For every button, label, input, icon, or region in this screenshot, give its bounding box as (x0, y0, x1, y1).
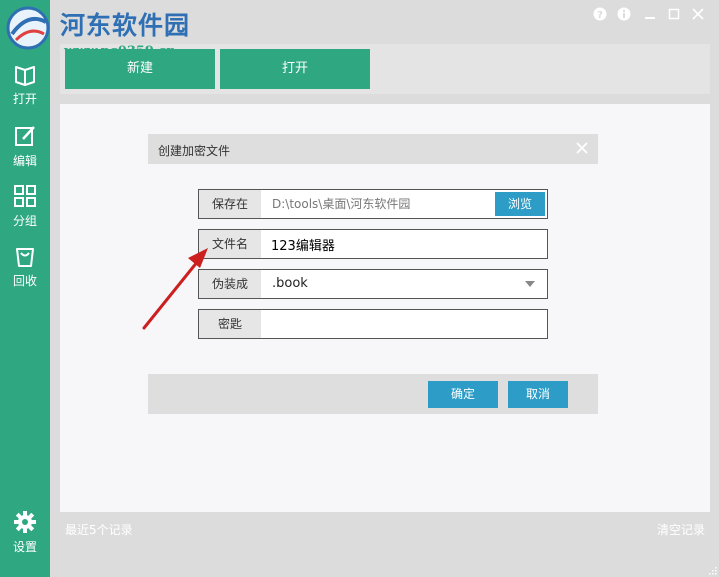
browse-button[interactable]: 浏览 (495, 192, 545, 216)
dialog-close-icon[interactable] (574, 140, 590, 156)
file-name-field: 文件名 (198, 229, 548, 259)
close-icon[interactable] (689, 7, 707, 25)
save-location-label: 保存在 (199, 190, 261, 218)
file-name-label: 文件名 (199, 230, 261, 258)
edit-icon (15, 126, 35, 146)
disguise-as-label: 伪装成 (199, 270, 261, 298)
file-name-input[interactable] (261, 230, 547, 258)
sidebar-item-settings[interactable]: 设置 (0, 510, 50, 562)
resize-grip-icon[interactable] (707, 565, 717, 575)
info-icon[interactable] (615, 7, 633, 25)
sidebar-item-group[interactable]: 分组 (0, 184, 50, 236)
password-field: 密匙 (198, 309, 548, 339)
sidebar-item-label: 打开 (12, 92, 37, 106)
sidebar-item-edit[interactable]: 编辑 (0, 124, 50, 176)
sidebar: 打开 编辑 分组 回收 设置 (0, 0, 50, 577)
main-panel (60, 104, 710, 512)
disguise-as-field[interactable]: 伪装成 .book (198, 269, 548, 299)
watermark-site-name: 河东软件园 (60, 11, 191, 40)
save-location-value[interactable]: D:\tools\桌面\河东软件园 (272, 190, 410, 218)
chevron-down-icon[interactable] (525, 281, 535, 287)
grid-icon (14, 185, 36, 207)
recycle-bin-icon (16, 248, 34, 267)
gear-icon (14, 511, 36, 533)
open-button[interactable]: 打开 (220, 49, 370, 89)
clear-records-link[interactable]: 清空记录 (657, 521, 705, 538)
sidebar-item-label: 设置 (12, 540, 37, 554)
maximize-icon[interactable] (665, 7, 683, 25)
sidebar-item-open[interactable]: 打开 (0, 62, 50, 114)
cancel-button[interactable]: 取消 (508, 381, 568, 408)
minimize-icon[interactable] (641, 7, 659, 25)
sidebar-item-recycle[interactable]: 回收 (0, 244, 50, 296)
watermark-url: www.pc0359.cn (64, 44, 176, 59)
save-location-field: 保存在 D:\tools\桌面\河东软件园 浏览 (198, 189, 548, 219)
dialog-footer: 确定 取消 (148, 374, 598, 414)
dialog-title-bar: 创建加密文件 (148, 134, 598, 164)
sidebar-item-label: 分组 (12, 214, 37, 228)
help-icon[interactable]: ? (591, 7, 609, 25)
confirm-button[interactable]: 确定 (428, 381, 498, 408)
disguise-as-select[interactable]: .book (272, 270, 308, 298)
recent-records-label: 最近5个记录 (65, 523, 133, 537)
svg-text:?: ? (597, 10, 603, 21)
logo (6, 6, 50, 50)
password-input[interactable] (261, 310, 547, 338)
footer: 最近5个记录 清空记录 (60, 516, 710, 542)
sidebar-item-label: 编辑 (12, 154, 37, 168)
password-label: 密匙 (199, 310, 261, 338)
sidebar-item-label: 回收 (12, 274, 37, 288)
dialog-title: 创建加密文件 (158, 144, 231, 158)
book-icon (15, 66, 35, 86)
